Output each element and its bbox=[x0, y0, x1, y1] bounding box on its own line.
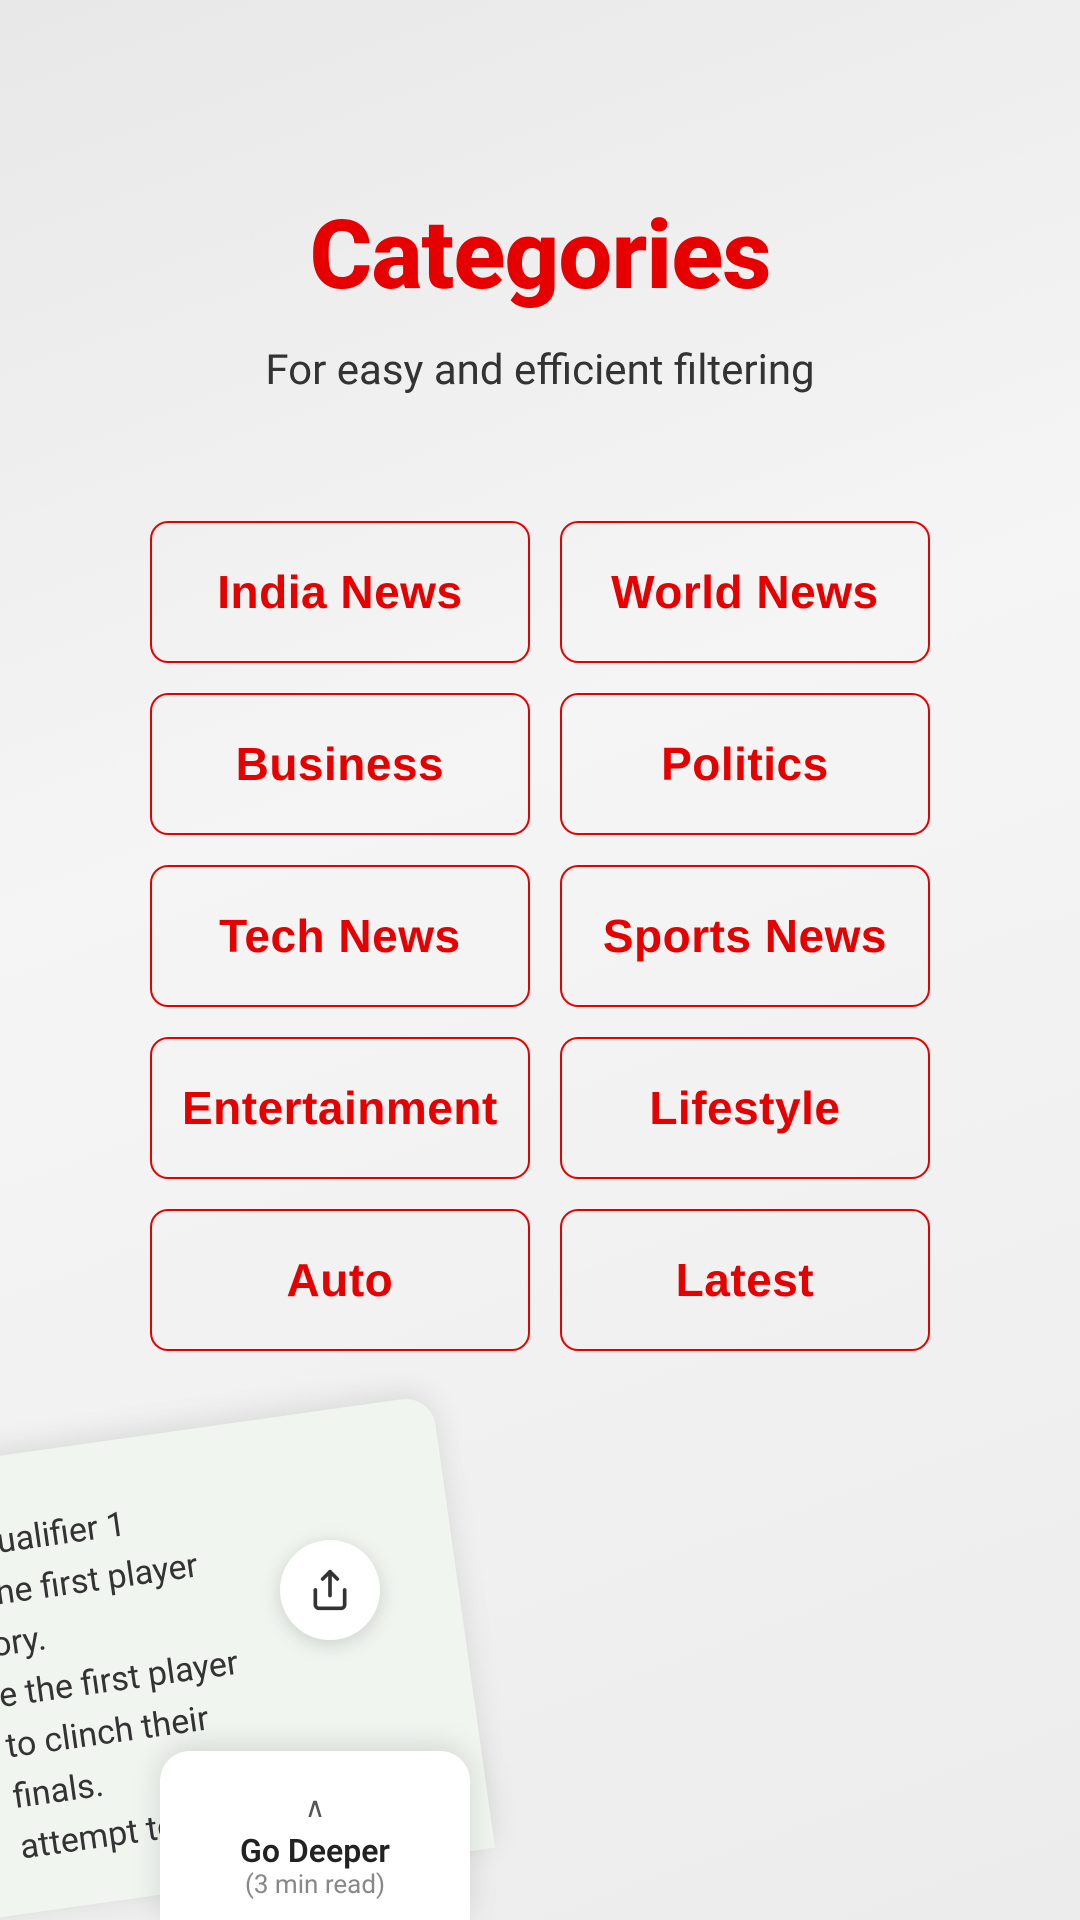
category-btn-entertainment[interactable]: Entertainment bbox=[150, 1037, 530, 1179]
category-btn-world-news[interactable]: World News bbox=[560, 521, 930, 663]
category-btn-business[interactable]: Business bbox=[150, 693, 530, 835]
go-deeper-card[interactable]: ∧ Go Deeper (3 min read) bbox=[160, 1751, 470, 1920]
header-section: Categories For easy and efficient filter… bbox=[265, 200, 814, 401]
page-subtitle: For easy and efficient filtering bbox=[265, 342, 814, 401]
category-btn-politics[interactable]: Politics bbox=[560, 693, 930, 835]
category-btn-lifestyle[interactable]: Lifestyle bbox=[560, 1037, 930, 1179]
category-btn-auto[interactable]: Auto bbox=[150, 1209, 530, 1351]
go-deeper-label: Go Deeper bbox=[190, 1832, 440, 1870]
categories-grid: India NewsWorld NewsBusinessPoliticsTech… bbox=[150, 521, 930, 1351]
chevron-up-icon: ∧ bbox=[190, 1791, 440, 1824]
go-deeper-time: (3 min read) bbox=[190, 1870, 440, 1900]
share-icon bbox=[308, 1568, 352, 1612]
category-btn-sports-news[interactable]: Sports News bbox=[560, 865, 930, 1007]
category-btn-tech-news[interactable]: Tech News bbox=[150, 865, 530, 1007]
category-btn-latest[interactable]: Latest bbox=[560, 1209, 930, 1351]
share-button[interactable] bbox=[280, 1540, 380, 1640]
page-title: Categories bbox=[265, 200, 814, 312]
category-btn-india-news[interactable]: India News bbox=[150, 521, 530, 663]
share-btn-area bbox=[280, 1540, 380, 1640]
page-container: Categories For easy and efficient filter… bbox=[0, 0, 1080, 1351]
